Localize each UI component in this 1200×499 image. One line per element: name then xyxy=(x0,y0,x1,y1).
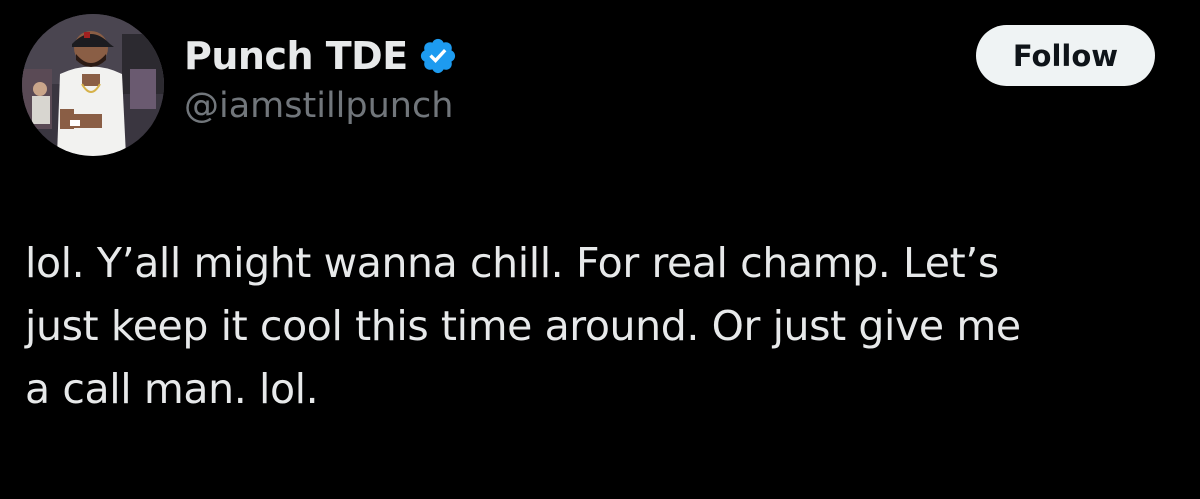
follow-button[interactable]: Follow xyxy=(976,25,1155,86)
author-handle[interactable]: @iamstillpunch xyxy=(184,86,453,126)
tweet-text-line: a call man. lol. xyxy=(25,365,319,413)
author-name-row: Punch TDE xyxy=(184,30,458,82)
tweet-card: Punch TDE @iamstillpunch Follow lol. Y’a… xyxy=(0,0,1200,499)
avatar[interactable] xyxy=(22,14,164,156)
tweet-text-line: just keep it cool this time around. Or j… xyxy=(25,302,1021,350)
tweet-text: lol. Y’all might wanna chill. For real c… xyxy=(25,232,1175,421)
tweet-text-line: lol. Y’all might wanna chill. For real c… xyxy=(25,239,999,287)
avatar-photo xyxy=(22,14,164,156)
verified-badge-icon[interactable] xyxy=(418,36,458,76)
author-display-name[interactable]: Punch TDE xyxy=(184,34,408,78)
